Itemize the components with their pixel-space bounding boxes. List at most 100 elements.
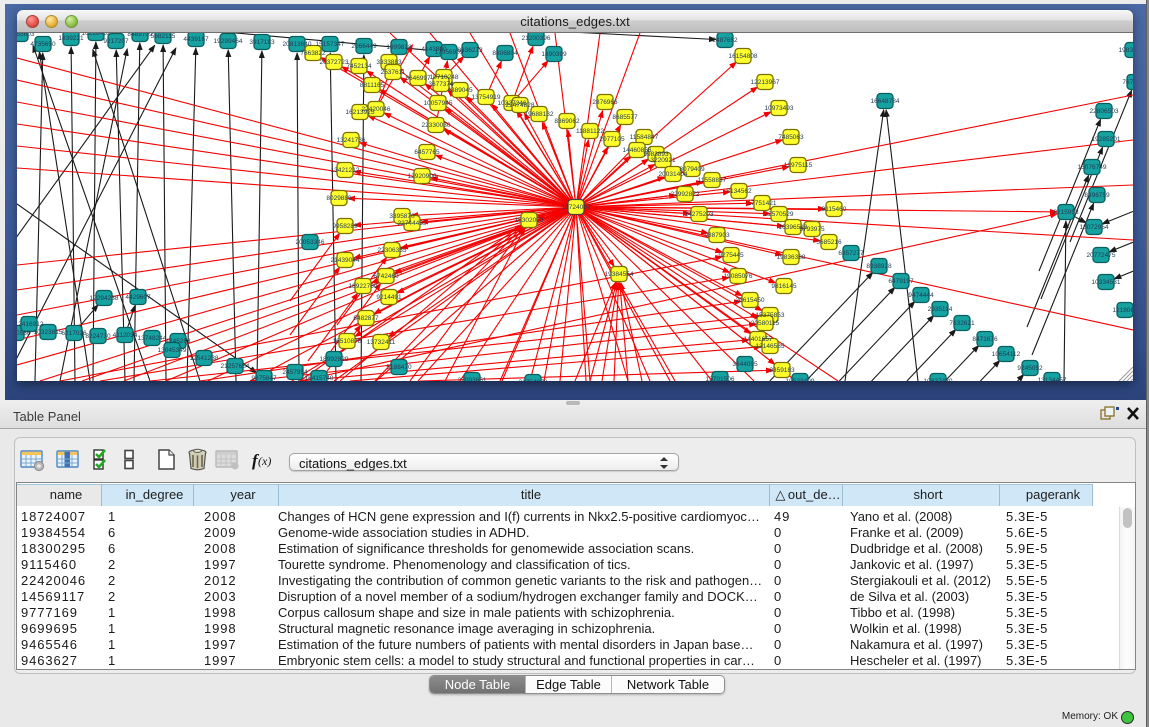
svg-text:5793975: 5793975	[799, 226, 825, 233]
svg-text:12416912: 12416912	[17, 321, 44, 328]
svg-text:4245263: 4245263	[165, 338, 191, 345]
svg-text:16415740: 16415740	[305, 375, 334, 381]
svg-text:13732411: 13732411	[367, 339, 396, 346]
svg-text:3917183: 3917183	[249, 39, 275, 46]
svg-text:21439044: 21439044	[331, 257, 360, 264]
svg-text:2537611: 2537611	[381, 69, 406, 76]
svg-text:21754078: 21754078	[519, 379, 548, 381]
svg-text:4735650: 4735650	[30, 41, 56, 48]
svg-text:22744459: 22744459	[398, 220, 427, 227]
svg-text:8811165: 8811165	[360, 82, 385, 89]
svg-text:19299464: 19299464	[214, 38, 243, 45]
svg-text:15180586: 15180586	[17, 330, 31, 337]
svg-text:10228452: 10228452	[82, 33, 111, 37]
svg-text:1839221: 1839221	[58, 35, 84, 42]
svg-text:22093651: 22093651	[458, 377, 487, 381]
svg-text:20053346: 20053346	[296, 239, 325, 246]
svg-text:8369062: 8369062	[554, 118, 580, 125]
svg-text:20813640: 20813640	[283, 41, 312, 48]
svg-text:14401657: 14401657	[744, 336, 773, 343]
svg-text:22806503: 22806503	[1090, 108, 1119, 115]
svg-text:17956909: 17956909	[435, 49, 464, 56]
svg-text:22330030: 22330030	[422, 122, 451, 129]
svg-text:1890399: 1890399	[541, 51, 567, 58]
svg-text:10710248: 10710248	[430, 74, 459, 81]
svg-text:6742460: 6742460	[373, 273, 399, 280]
svg-text:9217207: 9217207	[103, 38, 129, 45]
svg-text:13754919: 13754919	[472, 94, 501, 101]
svg-text:7485063: 7485063	[778, 134, 804, 141]
svg-text:9115460: 9115460	[822, 206, 847, 213]
svg-text:5685216: 5685216	[816, 239, 842, 246]
svg-text:18724007: 18724007	[562, 204, 591, 211]
svg-text:9958289: 9958289	[332, 223, 358, 230]
svg-text:7671884: 7671884	[1122, 79, 1133, 86]
svg-text:9245052: 9245052	[1017, 365, 1043, 372]
svg-text:10323815: 10323815	[34, 329, 63, 336]
svg-text:22455603: 22455603	[17, 33, 35, 38]
svg-text:20031404: 20031404	[659, 171, 688, 178]
svg-text:2066449: 2066449	[351, 43, 377, 50]
svg-text:15375853: 15375853	[756, 312, 785, 319]
svg-text:9214491: 9214491	[376, 294, 402, 301]
svg-text:15302003: 15302003	[515, 217, 544, 224]
svg-text:5188470: 5188470	[386, 364, 412, 371]
svg-text:3395870: 3395870	[389, 213, 415, 220]
svg-text:10837430: 10837430	[924, 378, 953, 381]
svg-text:22992872: 22992872	[671, 191, 700, 198]
svg-text:8215958: 8215958	[1053, 209, 1079, 216]
svg-text:19285201: 19285201	[1092, 136, 1121, 143]
svg-text:19523409: 19523409	[786, 378, 815, 381]
svg-text:2876966: 2876966	[592, 99, 618, 106]
svg-text:21257684: 21257684	[221, 363, 250, 370]
svg-text:20372723: 20372723	[320, 59, 349, 66]
svg-text:15076749: 15076749	[1078, 164, 1107, 171]
svg-text:12294238: 12294238	[90, 295, 119, 302]
svg-text:19688132: 19688132	[525, 111, 554, 118]
svg-text:18922760: 18922760	[349, 283, 378, 290]
svg-text:12975115: 12975115	[784, 162, 813, 169]
svg-text:13748244: 13748244	[138, 335, 167, 342]
svg-text:1218062: 1218062	[1112, 307, 1133, 314]
svg-text:13241736: 13241736	[337, 137, 366, 144]
svg-text:11881122: 11881122	[576, 128, 604, 135]
svg-text:20615450: 20615450	[736, 297, 765, 304]
svg-text:2487652: 2487652	[712, 37, 738, 44]
svg-text:12213967: 12213967	[751, 79, 780, 86]
svg-text:4389045: 4389045	[447, 87, 473, 94]
svg-text:16510878: 16510878	[333, 338, 362, 345]
svg-text:19384554: 19384554	[605, 271, 634, 278]
svg-text:10057945: 10057945	[424, 100, 453, 107]
svg-text:8806804: 8806804	[492, 50, 518, 57]
svg-text:8359183: 8359183	[769, 367, 795, 374]
svg-text:8471676: 8471676	[972, 336, 998, 343]
svg-text:12541238: 12541238	[190, 355, 219, 362]
svg-text:13146585: 13146585	[756, 343, 785, 350]
svg-text:13701506: 13701506	[706, 376, 735, 381]
svg-text:9474444: 9474444	[908, 292, 934, 299]
svg-text:1999828: 1999828	[386, 44, 412, 51]
svg-text:10973493: 10973493	[765, 105, 794, 112]
svg-text:22474828: 22474828	[506, 102, 535, 109]
svg-text:7452134: 7452134	[346, 63, 372, 70]
svg-text:8685577: 8685577	[612, 114, 638, 121]
svg-text:19836388: 19836388	[777, 254, 806, 261]
svg-text:19085076: 19085076	[724, 273, 753, 280]
svg-text:16213925: 16213925	[346, 109, 375, 116]
svg-text:9275445: 9275445	[718, 252, 744, 259]
svg-text:4429607: 4429607	[125, 294, 151, 301]
svg-text:5682115: 5682115	[151, 33, 176, 40]
svg-text:3644095: 3644095	[732, 361, 758, 368]
svg-text:2077105: 2077105	[599, 136, 625, 143]
svg-text:11584847: 11584847	[630, 134, 659, 141]
svg-text:11558837: 11558837	[698, 177, 727, 184]
svg-text:22570529: 22570529	[765, 211, 794, 218]
svg-text:12920906: 12920906	[408, 173, 437, 180]
svg-text:6217026: 6217026	[61, 330, 87, 337]
svg-text:2935114: 2935114	[928, 306, 953, 313]
svg-text:6357277: 6357277	[838, 250, 864, 257]
svg-text:10334531: 10334531	[1092, 279, 1121, 286]
svg-text:21200396: 21200396	[522, 35, 551, 42]
svg-text:17751421: 17751421	[748, 200, 777, 207]
svg-text:6482877: 6482877	[353, 315, 379, 322]
